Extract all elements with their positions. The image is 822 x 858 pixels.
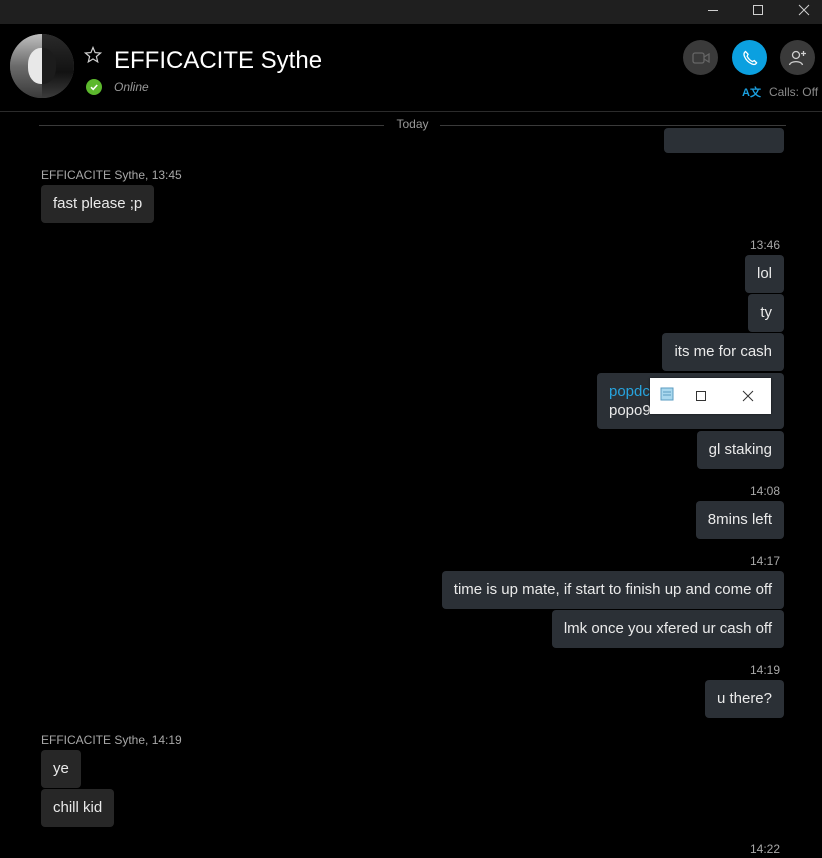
add-people-button[interactable] bbox=[780, 40, 815, 75]
message-bubble-outgoing[interactable]: gl staking bbox=[696, 431, 784, 469]
message-bubble-incoming[interactable]: ye bbox=[41, 750, 81, 788]
calls-off-label: Calls: Off bbox=[768, 85, 819, 99]
video-camera-icon bbox=[691, 51, 710, 64]
day-divider-line bbox=[440, 125, 786, 126]
video-call-button[interactable] bbox=[683, 40, 718, 75]
avatar[interactable] bbox=[10, 34, 74, 98]
message-bubble-outgoing[interactable]: lol bbox=[744, 255, 784, 293]
message-timestamp: 14:22 bbox=[749, 842, 780, 856]
favorite-button[interactable] bbox=[83, 45, 103, 69]
phone-icon bbox=[742, 50, 757, 65]
add-person-icon bbox=[788, 50, 806, 65]
translator-icon: A文 bbox=[742, 87, 761, 99]
close-icon[interactable] bbox=[742, 390, 754, 402]
message-bubble-incoming[interactable]: chill kid bbox=[41, 789, 115, 827]
online-status-icon bbox=[86, 79, 102, 95]
message-bubble-partial[interactable] bbox=[664, 128, 784, 153]
close-icon bbox=[798, 4, 810, 16]
star-icon bbox=[83, 45, 103, 64]
audio-call-button[interactable] bbox=[732, 40, 767, 75]
translator-calls-status[interactable]: A文 Calls: Off bbox=[742, 84, 818, 101]
message-bubble-outgoing[interactable]: time is up mate, if start to finish up a… bbox=[441, 571, 784, 609]
message-bubble-outgoing[interactable]: ty bbox=[748, 294, 784, 332]
message-timestamp: 14:08 bbox=[749, 484, 780, 498]
minimize-button[interactable] bbox=[690, 0, 736, 20]
message-timestamp: 14:19 bbox=[749, 663, 780, 677]
day-divider-line bbox=[39, 125, 384, 126]
day-divider: Today bbox=[396, 117, 429, 131]
maximize-icon[interactable] bbox=[695, 390, 707, 402]
sender-timestamp: EFFICACITE Sythe, 14:19 bbox=[41, 733, 182, 747]
title-bar bbox=[0, 0, 822, 24]
sender-timestamp: EFFICACITE Sythe, 13:45 bbox=[41, 168, 182, 182]
status-text: Online bbox=[114, 80, 149, 94]
conversation-header: EFFICACITE Sythe Online A文 Calls: Off bbox=[0, 24, 822, 112]
maximize-button[interactable] bbox=[735, 0, 781, 20]
minimize-icon bbox=[708, 10, 718, 11]
message-bubble-outgoing[interactable]: its me for cash bbox=[662, 333, 784, 371]
message-timestamp: 14:17 bbox=[749, 554, 780, 568]
message-timestamp: 13:46 bbox=[749, 238, 780, 252]
message-bubble-outgoing[interactable]: 8mins left bbox=[695, 501, 784, 539]
close-button[interactable] bbox=[781, 0, 822, 20]
app-icon bbox=[660, 387, 674, 401]
contact-name[interactable]: EFFICACITE Sythe bbox=[114, 46, 322, 76]
message-bubble-outgoing[interactable]: lmk once you xfered ur cash off bbox=[551, 610, 784, 648]
message-bubble-outgoing[interactable]: u there? bbox=[704, 680, 784, 718]
floating-mini-window[interactable] bbox=[650, 378, 771, 414]
message-bubble-incoming[interactable]: fast please ;p bbox=[41, 185, 155, 223]
maximize-icon bbox=[753, 5, 763, 15]
